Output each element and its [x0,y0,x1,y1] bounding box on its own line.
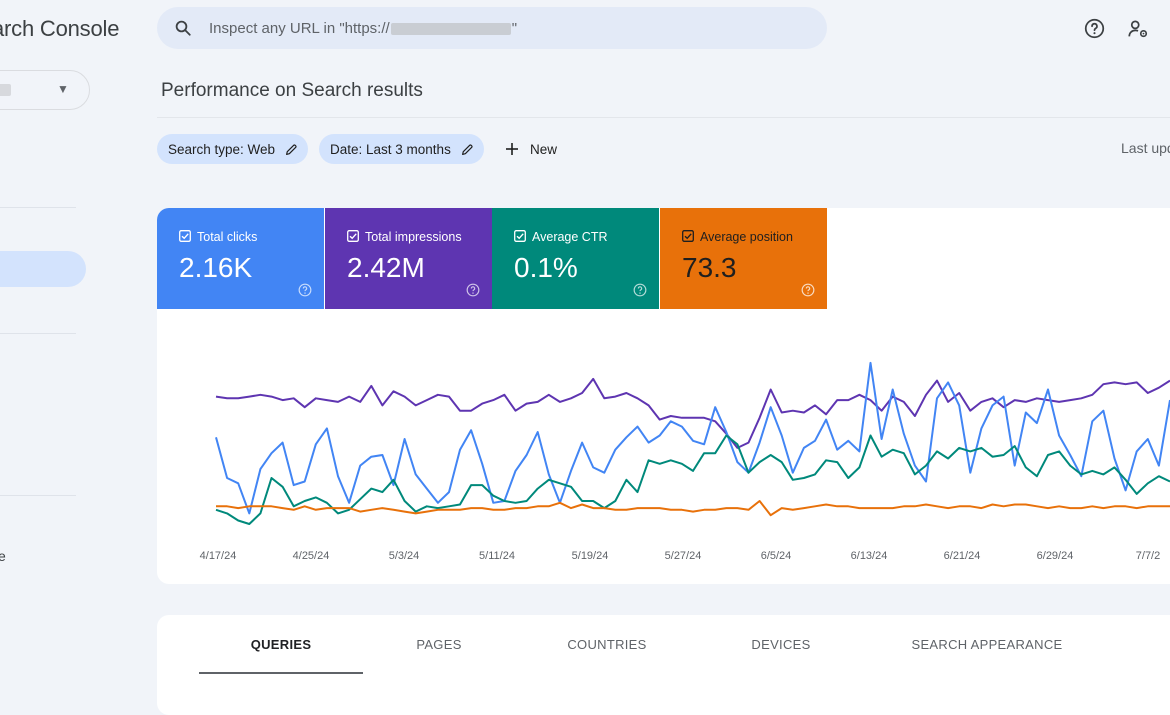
x-tick-label: 6/21/24 [944,550,981,562]
filter-chip-search-type[interactable]: Search type: Web [157,134,309,164]
metric-card-clicks[interactable]: Total clicks 2.16K [157,208,324,309]
x-tick-label: 4/25/24 [293,550,330,562]
tab-search-appearance[interactable]: SEARCH APPEARANCE [897,637,1077,652]
last-updated-text: Last upd [1121,140,1170,156]
chip-label: Date: Last 3 months [330,141,451,157]
metric-value: 2.16K [179,252,253,283]
x-tick-label: 5/11/24 [479,550,515,562]
x-tick-label: 6/29/24 [1037,550,1074,562]
help-icon[interactable] [633,283,647,297]
url-inspection-search[interactable]: Inspect any URL in "https://" [157,7,827,49]
search-icon [175,20,191,36]
active-tab-indicator [199,672,363,674]
pencil-icon [286,143,297,155]
property-name-redacted [0,84,11,96]
sidebar-divider [0,207,76,208]
metric-value: 0.1% [514,252,578,283]
x-tick-label: 6/13/24 [851,550,888,562]
tab-queries[interactable]: QUERIES [199,637,363,652]
header-divider [157,117,1170,118]
metric-label: Average CTR [532,230,608,244]
x-tick-label: 6/5/24 [761,550,792,562]
help-icon[interactable] [1084,18,1105,39]
x-tick-label: 7/7/2 [1136,550,1160,562]
help-icon[interactable] [801,283,815,297]
metric-label: Total impressions [365,230,462,244]
page-title: Performance on Search results [161,80,423,101]
x-tick-label: 5/19/24 [572,550,609,562]
sidebar-item-performance[interactable] [0,251,86,287]
metric-card-ctr[interactable]: Average CTR 0.1% [492,208,659,309]
metric-value: 73.3 [682,252,737,283]
property-selector[interactable]: ▼ [0,70,90,110]
checkbox-checked-icon [682,230,694,242]
plus-icon [506,143,518,155]
series-line-1 [215,361,1170,515]
tab-devices[interactable]: DEVICES [727,637,835,652]
help-icon[interactable] [466,283,480,297]
new-filter-button[interactable]: New [504,134,557,164]
new-button-label: New [530,141,558,157]
manage-users-icon[interactable] [1127,18,1149,40]
help-icon[interactable] [298,283,312,297]
x-tick-label: 4/17/24 [200,550,237,562]
metric-label: Average position [700,230,793,244]
dimension-tabs: QUERIES PAGES COUNTRIES DEVICES SEARCH A… [157,615,1170,715]
caret-down-icon: ▼ [57,82,69,96]
performance-chart[interactable]: 4/17/24 4/25/24 5/3/24 5/11/24 5/19/24 5/27/2… [157,309,1170,584]
search-input[interactable]: Inspect any URL in "https://" [209,20,517,37]
series-line-3 [216,500,1170,517]
checkbox-checked-icon [347,230,359,242]
checkbox-checked-icon [179,230,191,242]
x-tick-label: 5/3/24 [389,550,420,562]
sidebar-divider [0,495,76,496]
sidebar-item-label[interactable]: e [0,548,6,564]
chip-label: Search type: Web [168,141,276,157]
metric-label: Total clicks [197,230,258,244]
metric-card-impressions[interactable]: Total impressions 2.42M [325,208,492,309]
performance-card: Total clicks 2.16K Total impressions 2.4… [157,208,1170,584]
metric-card-position[interactable]: Average position 73.3 [660,208,827,309]
app-title: arch Console [0,16,120,41]
url-redacted [390,23,511,36]
metric-value: 2.42M [347,252,425,283]
x-tick-label: 5/27/24 [665,550,702,562]
filter-chip-date[interactable]: Date: Last 3 months [319,134,484,164]
pencil-icon [461,143,473,155]
sidebar-divider [0,333,76,334]
checkbox-checked-icon [514,230,526,242]
tab-countries[interactable]: COUNTRIES [547,637,667,652]
tab-pages[interactable]: PAGES [387,637,491,652]
